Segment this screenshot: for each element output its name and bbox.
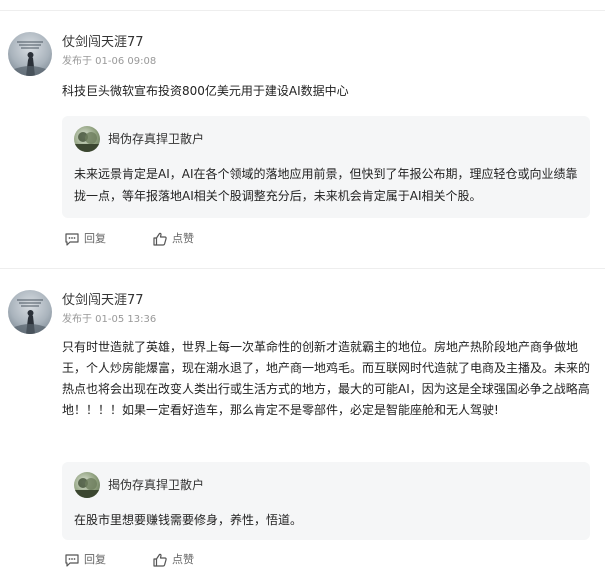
comment-icon [65, 233, 79, 246]
quoted-author-name[interactable]: 揭伪存真捍卫散户 [108, 476, 204, 494]
reply-button[interactable]: 回复 [62, 229, 110, 249]
author-avatar[interactable] [8, 32, 52, 76]
avatar-image [12, 299, 48, 334]
post-time: 发布于 01-06 09:08 [62, 56, 157, 67]
post-divider [0, 268, 605, 269]
reply-label: 回复 [84, 553, 106, 566]
like-label: 点赞 [172, 232, 194, 245]
author-name[interactable]: 仗剑闯天涯77 [62, 34, 144, 52]
post-content: 科技巨头微软宣布投资800亿美元用于建设AI数据中心 [62, 84, 349, 98]
like-button[interactable]: 点赞 [150, 550, 198, 570]
quoted-avatar-image [74, 478, 100, 498]
post-content: 只有时世造就了英雄，世界上每一次革命性的创新才造就霸主的地位。房地产热阶段地产商… [62, 340, 591, 417]
like-label: 点赞 [172, 553, 194, 566]
author-avatar[interactable] [8, 290, 52, 334]
like-button[interactable]: 点赞 [150, 229, 198, 249]
quoted-text: 未来远景肯定是AI，AI在各个领域的落地应用前景，但快到了年报公布期，理应轻仓或… [74, 167, 578, 203]
thumbs-up-icon [153, 232, 167, 246]
quoted-comment: 揭伪存真捍卫散户 未来远景肯定是AI，AI在各个领域的落地应用前景，但快到了年报… [62, 116, 590, 218]
comment-icon [65, 554, 79, 567]
quoted-author-avatar[interactable] [74, 472, 100, 498]
avatar-image [12, 41, 48, 76]
top-divider [0, 10, 605, 11]
thumbs-up-icon [153, 553, 167, 567]
quoted-avatar-image [74, 132, 100, 152]
post-item: 仗剑闯天涯77 发布于 01-06 09:08 科技巨头微软宣布投资800亿美元… [0, 24, 605, 267]
quoted-text: 在股市里想要赚钱需要修身，养性，悟道。 [74, 513, 303, 527]
reply-label: 回复 [84, 232, 106, 245]
author-name[interactable]: 仗剑闯天涯77 [62, 292, 144, 310]
quoted-comment: 揭伪存真捍卫散户 在股市里想要赚钱需要修身，养性，悟道。 [62, 462, 590, 540]
post-time: 发布于 01-05 13:36 [62, 314, 157, 325]
quoted-author-name[interactable]: 揭伪存真捍卫散户 [108, 130, 204, 148]
post-item: 仗剑闯天涯77 发布于 01-05 13:36 只有时世造就了英雄，世界上每一次… [0, 282, 605, 579]
reply-button[interactable]: 回复 [62, 550, 110, 570]
quoted-author-avatar[interactable] [74, 126, 100, 152]
